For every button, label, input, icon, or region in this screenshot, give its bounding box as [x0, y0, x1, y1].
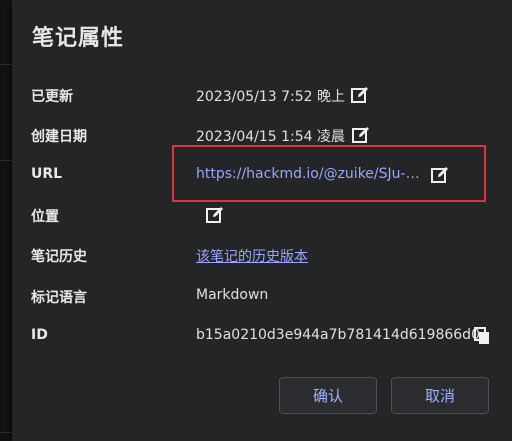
confirm-button[interactable]: 确认 — [279, 377, 377, 414]
property-label: 位置 — [31, 209, 59, 225]
property-value: b15a0210d3e944a7b781414d619866d0 — [196, 327, 480, 343]
note-properties-dialog: 笔记属性 已更新 2023/05/13 7:52 晚上 创建日期 2023/04… — [12, 0, 512, 441]
property-value: Markdown — [196, 287, 269, 303]
backdrop-divider — [0, 64, 12, 65]
property-label: ID — [31, 327, 48, 343]
property-label: URL — [31, 166, 63, 182]
dialog-title: 笔记属性 — [32, 26, 125, 51]
property-row-history: 笔记历史 该笔记的历史版本 — [12, 244, 512, 268]
edit-icon[interactable] — [350, 85, 370, 105]
history-link[interactable]: 该笔记的历史版本 — [196, 246, 308, 266]
property-label: 笔记历史 — [31, 249, 87, 265]
property-value: 2023/04/15 1:54 凌晨 — [196, 129, 346, 145]
property-row-updated: 已更新 2023/05/13 7:52 晚上 — [12, 84, 512, 108]
url-highlight-box — [172, 145, 486, 202]
backdrop-divider — [0, 432, 12, 433]
backdrop-strip — [0, 0, 12, 441]
edit-icon[interactable] — [351, 125, 371, 145]
cancel-button[interactable]: 取消 — [391, 377, 489, 414]
edit-icon[interactable] — [205, 205, 225, 225]
property-label: 标记语言 — [31, 290, 87, 306]
property-row-language: 标记语言 Markdown — [12, 285, 512, 309]
property-row-location: 位置 — [12, 204, 512, 228]
copy-icon[interactable] — [474, 327, 490, 345]
property-label: 创建日期 — [31, 129, 87, 145]
property-label: 已更新 — [31, 89, 73, 105]
property-value: 2023/05/13 7:52 晚上 — [196, 89, 346, 105]
backdrop-divider — [0, 160, 12, 161]
property-row-id: ID b15a0210d3e944a7b781414d619866d0 — [12, 325, 512, 349]
